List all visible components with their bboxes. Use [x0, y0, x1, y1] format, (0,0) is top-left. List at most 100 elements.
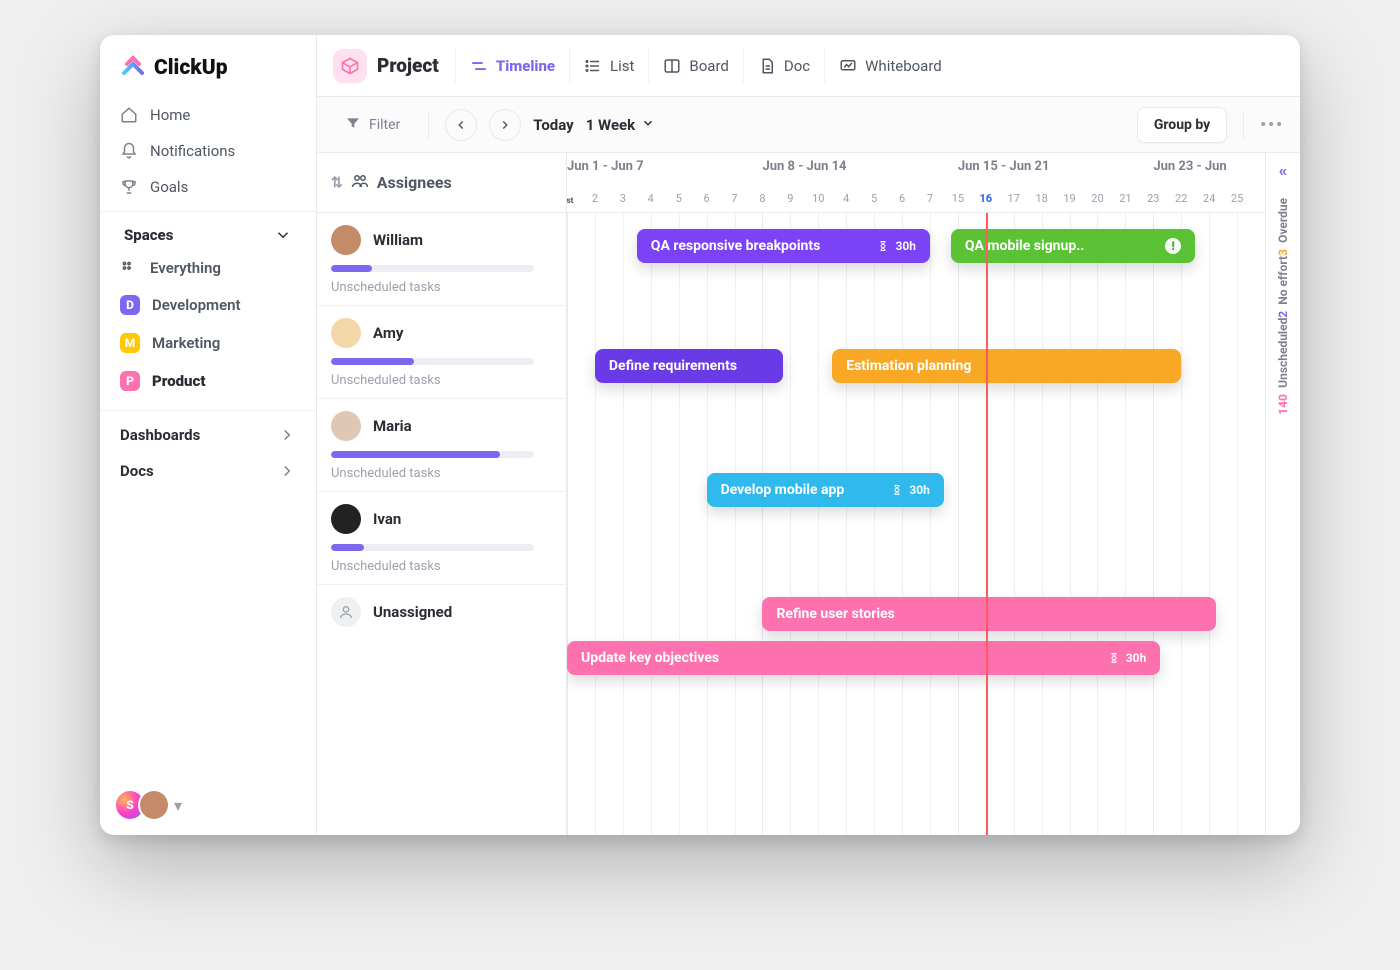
assignee-row[interactable]: Maria Unscheduled tasks: [317, 399, 566, 492]
groupby-button[interactable]: Group by: [1137, 107, 1227, 143]
space-badge: M: [120, 333, 140, 353]
brand: ClickUp: [100, 35, 316, 91]
task-effort: 30h: [895, 239, 916, 253]
group-header[interactable]: ⇅ Assignees: [317, 153, 566, 213]
avatar: [331, 318, 361, 348]
toolbar: Filter Today 1 Week Group by •••: [317, 97, 1300, 153]
day-label: 1st: [567, 192, 573, 205]
groupby-label: Group by: [1154, 117, 1210, 133]
nav-label: Home: [150, 106, 190, 124]
more-menu-icon[interactable]: •••: [1260, 115, 1284, 134]
home-icon: [120, 106, 138, 124]
calendar-header: Jun 1 - Jun 7Jun 8 - Jun 14Jun 15 - Jun …: [567, 153, 1265, 213]
space-marketing[interactable]: M Marketing: [108, 324, 308, 362]
avatar: [331, 411, 361, 441]
collapse-icon[interactable]: «: [1279, 161, 1287, 180]
day-label: 10: [812, 192, 824, 205]
range-label: 1 Week: [586, 116, 635, 134]
nav-docs[interactable]: Docs: [108, 453, 308, 489]
unscheduled-label[interactable]: Unscheduled tasks: [331, 373, 552, 388]
assignee-row[interactable]: Ivan Unscheduled tasks: [317, 492, 566, 585]
tab-whiteboard[interactable]: Whiteboard: [824, 49, 956, 83]
section-label: Dashboards: [120, 426, 200, 444]
rail-stat[interactable]: 140Unscheduled: [1276, 318, 1290, 415]
section-label: Docs: [120, 462, 154, 480]
nav-home[interactable]: Home: [108, 97, 308, 133]
week-label: Jun 23 - Jun: [1153, 159, 1226, 174]
tab-doc[interactable]: Doc: [743, 49, 824, 83]
bell-icon: [120, 142, 138, 160]
primary-nav: Home Notifications Goals: [100, 91, 316, 211]
unscheduled-label[interactable]: Unscheduled tasks: [331, 280, 552, 295]
range-selector[interactable]: 1 Week: [586, 116, 655, 134]
next-button[interactable]: [489, 109, 521, 141]
rail-stat[interactable]: 3 Overdue: [1276, 198, 1290, 256]
week-label: Jun 15 - Jun 21: [958, 159, 1050, 174]
tab-label: Board: [689, 57, 728, 75]
workload-bar: [331, 358, 534, 365]
spaces-section: Spaces Everything D Development M Market…: [100, 211, 316, 411]
board-icon: [663, 57, 681, 75]
assignee-row[interactable]: Amy Unscheduled tasks: [317, 306, 566, 399]
week-label: Jun 1 - Jun 7: [567, 159, 644, 174]
day-label: 25: [1231, 192, 1243, 205]
sort-icon: ⇅: [331, 175, 343, 191]
nav-notifications[interactable]: Notifications: [108, 133, 308, 169]
tab-list[interactable]: List: [569, 49, 648, 83]
assignee-row[interactable]: Unassigned: [317, 585, 566, 637]
task-bar[interactable]: Develop mobile app30h: [707, 473, 944, 507]
task-bar[interactable]: Define requirements: [595, 349, 783, 383]
unscheduled-label[interactable]: Unscheduled tasks: [331, 559, 552, 574]
brand-name: ClickUp: [154, 56, 228, 80]
today-button[interactable]: Today: [533, 116, 573, 134]
day-label: 7: [927, 192, 933, 205]
rail-label: Unscheduled: [1276, 318, 1290, 388]
rail-label: No effort: [1276, 256, 1290, 305]
unassigned-icon: [331, 597, 361, 627]
day-label: 4: [648, 192, 654, 205]
tab-timeline[interactable]: Timeline: [455, 49, 569, 83]
workload-bar: [331, 451, 534, 458]
chevron-down-icon: [274, 226, 292, 244]
today-marker: [986, 213, 988, 835]
unscheduled-label[interactable]: Unscheduled tasks: [331, 466, 552, 481]
workload-bar: [331, 265, 534, 272]
assignee-name: William: [373, 231, 423, 249]
assignee-name: Ivan: [373, 510, 401, 528]
task-bar[interactable]: Estimation planning: [832, 349, 1181, 383]
space-product[interactable]: P Product: [108, 362, 308, 400]
filter-label: Filter: [369, 117, 400, 133]
assignee-row[interactable]: William Unscheduled tasks: [317, 213, 566, 306]
nav-label: Notifications: [150, 142, 235, 160]
task-bar[interactable]: Update key objectives30h: [567, 641, 1160, 675]
assignee-name: Amy: [373, 324, 403, 342]
breadcrumb[interactable]: Project: [333, 49, 455, 83]
day-label: 15: [952, 192, 964, 205]
sidebar-footer[interactable]: S ▾: [100, 779, 316, 835]
tab-label: Doc: [784, 57, 810, 75]
task-effort: 30h: [1126, 651, 1147, 665]
tab-board[interactable]: Board: [648, 49, 742, 83]
nav-goals[interactable]: Goals: [108, 169, 308, 205]
rail-stat[interactable]: 2No effort: [1276, 256, 1290, 318]
day-label: 21: [1119, 192, 1131, 205]
rail-count: 3: [1276, 249, 1290, 256]
space-label: Development: [152, 296, 241, 314]
nav-dashboards[interactable]: Dashboards: [108, 417, 308, 453]
space-development[interactable]: D Development: [108, 286, 308, 324]
task-bar[interactable]: QA responsive breakpoints30h: [637, 229, 930, 263]
space-everything[interactable]: Everything: [108, 250, 308, 286]
filter-button[interactable]: Filter: [333, 108, 412, 142]
timeline-grid[interactable]: Jun 1 - Jun 7Jun 8 - Jun 14Jun 15 - Jun …: [567, 153, 1265, 835]
day-label: 8: [759, 192, 765, 205]
tab-label: Timeline: [496, 57, 555, 75]
sidebar: ClickUp Home Notifications Goals Spa: [100, 35, 317, 835]
space-badge: D: [120, 295, 140, 315]
avatar: [331, 504, 361, 534]
prev-button[interactable]: [445, 109, 477, 141]
rail-label: Overdue: [1276, 198, 1290, 243]
brand-logo-icon: [120, 55, 146, 81]
assignee-name: Unassigned: [373, 603, 452, 621]
spaces-header[interactable]: Spaces: [108, 214, 308, 250]
task-bar[interactable]: Refine user stories: [762, 597, 1216, 631]
